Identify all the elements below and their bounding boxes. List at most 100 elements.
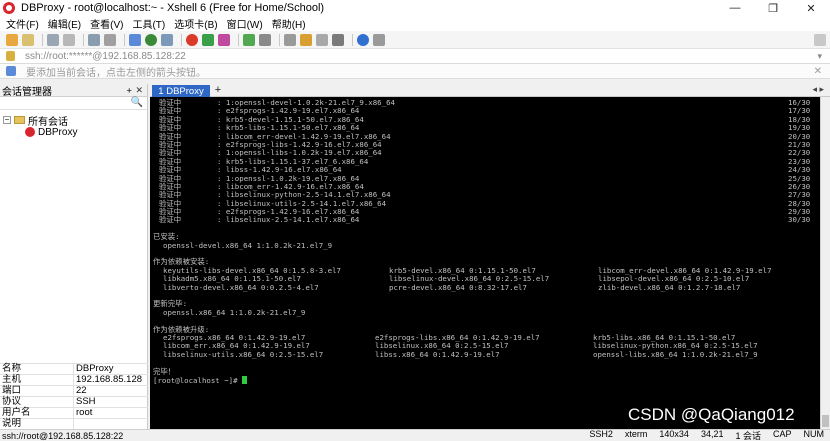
session-manager-panel: 会话管理器 ᚐ ✕ 🔍 − 所有会话 DBProxy 名称 DBProxy 主机 1… bbox=[0, 84, 148, 429]
tree-item-dbproxy[interactable]: DBProxy bbox=[3, 126, 147, 138]
toolbar-divider bbox=[42, 33, 43, 46]
toolbar-divider bbox=[124, 33, 125, 46]
session-search-input[interactable]: 🔍 bbox=[0, 97, 147, 110]
disconnect-icon[interactable] bbox=[63, 33, 75, 46]
close-icon[interactable]: ✕ bbox=[814, 66, 822, 77]
session-manager-title: 会话管理器 bbox=[2, 86, 52, 98]
menu-edit[interactable]: 编辑(E) bbox=[48, 16, 81, 31]
tab-bar: 1 DBProxy + ◂ ▸ bbox=[150, 84, 830, 97]
xshell-app-icon bbox=[3, 2, 15, 14]
verify-list: 验证中: 1:openssl-devel-1.0.2k-21.el7_9.x86… bbox=[153, 98, 820, 225]
property-key: 主机 bbox=[0, 375, 74, 385]
window-title: DBProxy - root@localhost:~ - Xshell 6 (F… bbox=[21, 2, 325, 14]
terminal-output[interactable]: 验证中: 1:openssl-devel-1.0.2k-21.el7_9.x86… bbox=[150, 97, 820, 429]
lock-icon[interactable] bbox=[259, 33, 271, 46]
status-num: NUM bbox=[803, 429, 825, 439]
add-tab-button[interactable]: + bbox=[212, 85, 224, 96]
property-row: 说明 bbox=[0, 418, 148, 429]
title-bar: DBProxy - root@localhost:~ - Xshell 6 (F… bbox=[0, 0, 830, 16]
tab-dbproxy[interactable]: 1 DBProxy bbox=[152, 85, 210, 97]
installed-package: openssl-devel.x86_64 1:1.0.2k-21.el7_9 bbox=[163, 240, 333, 250]
globe-icon[interactable] bbox=[145, 33, 157, 46]
minimize-button[interactable]: — bbox=[716, 0, 754, 16]
csdn-watermark: CSDN @QaQiang012 bbox=[628, 405, 795, 424]
help-icon[interactable] bbox=[357, 33, 369, 46]
tree-item-all-sessions[interactable]: − 所有会话 bbox=[3, 114, 147, 128]
property-value: root bbox=[76, 407, 93, 418]
find-icon[interactable] bbox=[104, 33, 116, 46]
verify-progress: 30/30 bbox=[788, 215, 811, 225]
status-sessions: 1 会话 bbox=[735, 431, 761, 441]
script-icon[interactable] bbox=[218, 33, 230, 46]
property-value bbox=[74, 419, 76, 429]
chevron-down-icon[interactable]: ▾ bbox=[817, 51, 822, 62]
property-value: DBProxy bbox=[76, 363, 114, 374]
status-connection: ssh://root@192.168.85.128:22 bbox=[2, 430, 124, 441]
menu-view[interactable]: 查看(V) bbox=[90, 16, 123, 31]
folder-icon bbox=[14, 116, 25, 124]
menu-tabs[interactable]: 选项卡(B) bbox=[174, 16, 217, 31]
close-button[interactable]: ✕ bbox=[792, 0, 830, 16]
maximize-button[interactable]: ❐ bbox=[754, 0, 792, 16]
status-terminal-type: xterm bbox=[624, 429, 648, 439]
menu-window[interactable]: 窗口(W) bbox=[227, 16, 263, 31]
tab-scroll-arrows[interactable]: ◂ ▸ bbox=[812, 84, 824, 95]
toolbar-divider bbox=[279, 33, 280, 46]
copy-icon[interactable] bbox=[88, 33, 100, 46]
property-key: 协议 bbox=[0, 397, 74, 407]
compose-icon[interactable] bbox=[316, 33, 328, 46]
collapse-icon[interactable]: − bbox=[3, 116, 11, 124]
layout-icon[interactable] bbox=[332, 33, 344, 46]
hint-bar: 要添加当前会话，点击左侧的箭头按钮。 ✕ bbox=[0, 64, 830, 79]
dep-installed-row: libverto-devel.x86_64 0:0.2.5-4.el7 pcre-… bbox=[163, 282, 741, 292]
shell-prompt[interactable]: [root@localhost ~]# bbox=[153, 375, 820, 385]
hint-text: 要添加当前会话，点击左侧的箭头按钮。 bbox=[26, 67, 206, 79]
reconnect-icon[interactable] bbox=[47, 33, 59, 46]
address-bar[interactable]: ssh://root:******@192.168.85.128:22 ▾ bbox=[0, 49, 830, 64]
new-session-icon[interactable] bbox=[6, 33, 18, 46]
more-icon[interactable] bbox=[373, 33, 385, 46]
property-row: 端口 22 bbox=[0, 385, 148, 396]
font-icon[interactable] bbox=[161, 33, 173, 46]
status-bar: ssh://root@192.168.85.128:22 SSH2 xterm … bbox=[0, 429, 830, 441]
toolbar-expand-icon[interactable] bbox=[814, 33, 826, 46]
open-folder-icon[interactable] bbox=[22, 33, 34, 46]
close-icon[interactable]: ✕ bbox=[135, 85, 143, 96]
menu-bar: 文件(F) 编辑(E) 查看(V) 工具(T) 选项卡(B) 窗口(W) 帮助(… bbox=[0, 16, 830, 31]
prompt-text: [root@localhost ~]# bbox=[153, 375, 242, 385]
scrollbar-thumb[interactable] bbox=[822, 415, 829, 427]
property-key: 名称 bbox=[0, 364, 74, 374]
property-row: 主机 192.168.85.128 bbox=[0, 374, 148, 385]
verify-row: 验证中: libselinux-2.5-14.1.el7.x86_64 30/30 bbox=[153, 215, 820, 225]
add-session-arrow-icon[interactable] bbox=[6, 66, 16, 76]
menu-file[interactable]: 文件(F) bbox=[6, 16, 39, 31]
updated-package: openssl.x86_64 1:1.0.2k-21.el7_9 bbox=[163, 307, 306, 317]
terminal-cursor bbox=[242, 375, 247, 384]
property-value: SSH bbox=[76, 396, 96, 407]
keyboard-icon[interactable] bbox=[284, 33, 296, 46]
property-row: 名称 DBProxy bbox=[0, 363, 148, 374]
property-value: 22 bbox=[76, 385, 87, 396]
tree-item-label: DBProxy bbox=[38, 126, 78, 138]
toolbar-divider bbox=[238, 33, 239, 46]
search-icon[interactable]: 🔍 bbox=[131, 97, 143, 108]
xftp-icon[interactable] bbox=[186, 33, 198, 46]
property-row: 用户名 root bbox=[0, 407, 148, 418]
address-input[interactable]: ssh://root:******@192.168.85.128:22 bbox=[25, 51, 186, 62]
terminal-scrollbar[interactable] bbox=[820, 97, 830, 429]
toolbar-divider bbox=[352, 33, 353, 46]
verify-status: 验证中 bbox=[159, 215, 182, 225]
menu-help[interactable]: 帮助(H) bbox=[272, 16, 306, 31]
pin-icon[interactable]: ᚐ bbox=[127, 85, 131, 96]
complete-line: 完毕！ bbox=[153, 366, 176, 376]
fullscreen-icon[interactable] bbox=[243, 33, 255, 46]
highlight-icon[interactable] bbox=[300, 33, 312, 46]
terminal-settings-icon[interactable] bbox=[129, 33, 141, 46]
menu-tools[interactable]: 工具(T) bbox=[132, 16, 165, 31]
session-icon bbox=[25, 127, 35, 137]
xmanager-icon[interactable] bbox=[202, 33, 214, 46]
